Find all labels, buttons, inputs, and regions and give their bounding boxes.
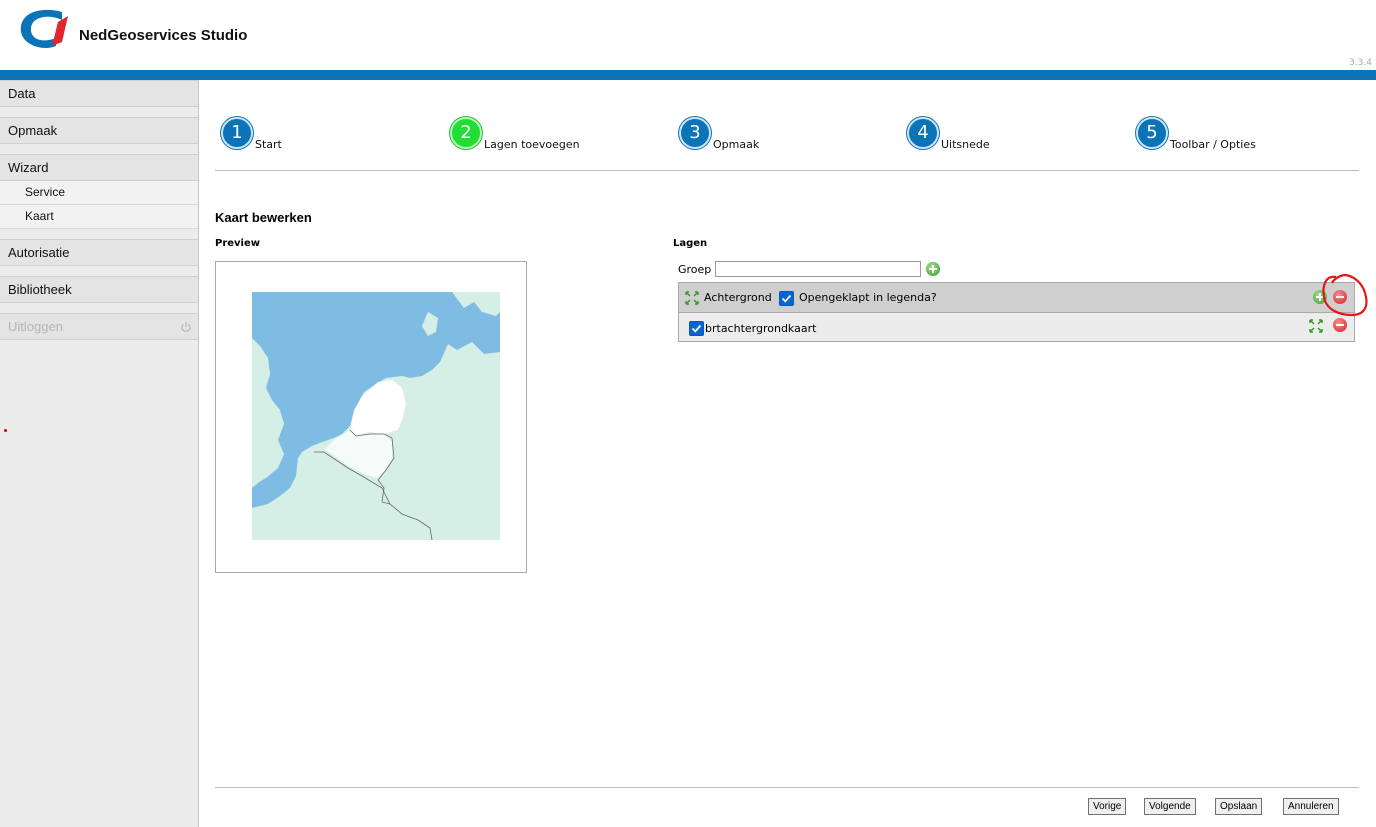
map-preview (215, 261, 527, 573)
layer-visible-checkbox[interactable] (689, 321, 704, 336)
layer-group-header: Achtergrond Opengeklapt in legenda? (679, 283, 1354, 313)
step-label: Start (255, 138, 282, 151)
next-button[interactable]: Volgende (1144, 798, 1196, 815)
marker-dot (4, 429, 7, 432)
cancel-button[interactable]: Annuleren (1283, 798, 1339, 815)
version-label: 3.3.4 (1349, 58, 1372, 68)
step-number: 1 (221, 117, 253, 149)
add-group-icon[interactable] (926, 262, 940, 276)
group-name: Achtergrond (704, 291, 772, 304)
step-label: Toolbar / Opties (1170, 138, 1256, 151)
groep-label: Groep (678, 263, 712, 276)
sidebar-item-label: Uitloggen (8, 319, 63, 334)
step-label: Opmaak (713, 138, 760, 151)
sidebar-item-wizard[interactable]: Wizard (0, 154, 198, 181)
step-label: Lagen toevoegen (484, 138, 580, 151)
save-button[interactable]: Opslaan (1215, 798, 1263, 815)
layer-group: Achtergrond Opengeklapt in legenda? brta… (678, 282, 1355, 342)
layer-name: brtachtergrondkaart (705, 322, 817, 335)
step-number: 4 (907, 117, 939, 149)
step-label: Uitsnede (941, 138, 990, 151)
expanded-label: Opengeklapt in legenda? (799, 291, 937, 304)
sidebar-item-uitloggen: Uitloggen (0, 313, 198, 340)
groep-input[interactable] (715, 261, 921, 277)
header-bar (0, 70, 1376, 80)
sidebar-subitem-service[interactable]: Service (0, 181, 198, 205)
expand-arrows-icon[interactable] (684, 290, 700, 306)
step-number: 5 (1136, 117, 1168, 149)
step-number: 3 (679, 117, 711, 149)
sidebar-item-data[interactable]: Data (0, 80, 198, 107)
power-icon (181, 322, 191, 332)
sidebar-item-opmaak[interactable]: Opmaak (0, 117, 198, 144)
app-title: NedGeoservices Studio (79, 27, 248, 44)
expanded-checkbox[interactable] (779, 291, 794, 306)
layers-heading: Lagen (673, 238, 708, 249)
divider (215, 170, 1359, 171)
map-image (252, 292, 500, 540)
divider (215, 787, 1359, 788)
page-title: Kaart bewerken (215, 210, 312, 225)
previous-button[interactable]: Vorige (1088, 798, 1127, 815)
sidebar-subitem-kaart[interactable]: Kaart (0, 205, 198, 229)
logo-icon (20, 9, 68, 48)
app-header: NedGeoservices Studio (0, 0, 1376, 70)
preview-heading: Preview (215, 238, 261, 249)
sidebar-item-autorisatie[interactable]: Autorisatie (0, 239, 198, 266)
sidebar-item-bibliotheek[interactable]: Bibliotheek (0, 276, 198, 303)
step-number: 2 (450, 117, 482, 149)
layer-row: brtachtergrondkaart (679, 313, 1354, 341)
red-annotation-circle (1322, 273, 1368, 317)
